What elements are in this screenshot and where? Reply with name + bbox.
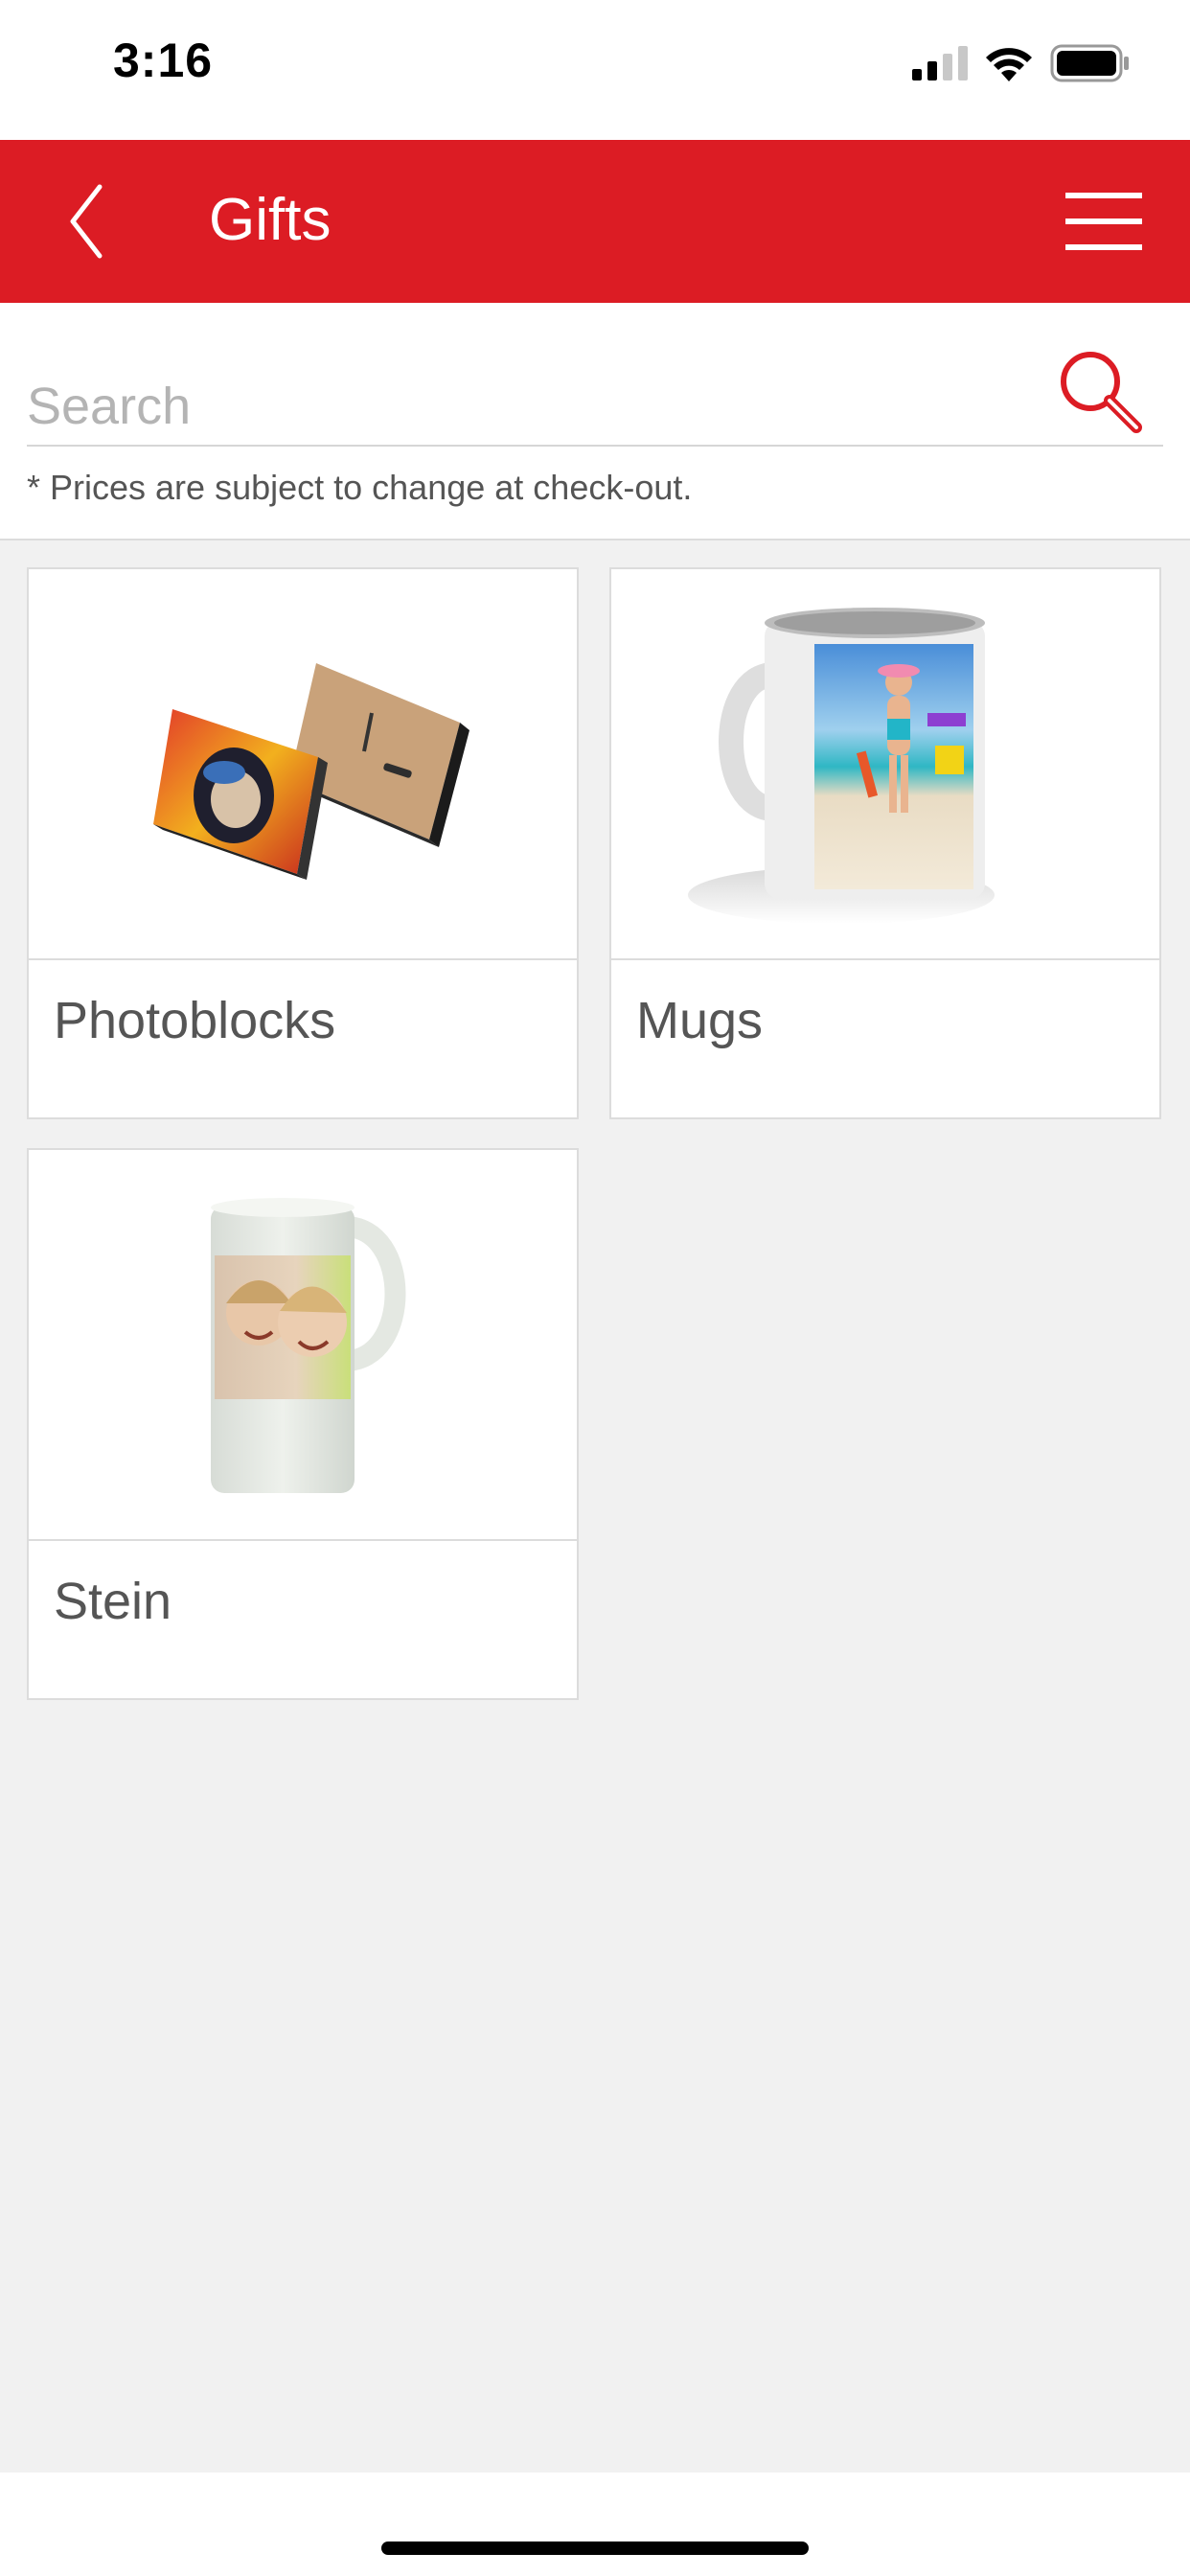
product-label: Photoblocks — [54, 992, 336, 1049]
product-image-photoblocks — [29, 569, 577, 960]
wifi-icon — [986, 48, 1032, 81]
home-indicator-area — [0, 2472, 1190, 2576]
search-underline — [27, 445, 1163, 447]
product-image-stein — [29, 1150, 577, 1541]
product-card-stein[interactable]: Stein — [27, 1148, 579, 1700]
status-time: 3:16 — [113, 34, 214, 87]
status-icons — [912, 42, 1131, 84]
battery-icon — [1050, 44, 1129, 82]
product-card-photoblocks[interactable]: Photoblocks — [27, 567, 579, 1119]
product-label: Stein — [54, 1573, 172, 1630]
home-indicator[interactable] — [381, 2542, 809, 2555]
menu-button[interactable] — [1056, 183, 1152, 260]
status-bar: 3:16 — [0, 0, 1190, 140]
search-icon[interactable] — [1052, 345, 1148, 441]
product-card-mugs[interactable]: Mugs — [609, 567, 1161, 1119]
page-title: Gifts — [209, 187, 332, 253]
price-disclaimer: * Prices are subject to change at check-… — [27, 468, 693, 507]
search-input[interactable] — [27, 368, 1033, 445]
back-button[interactable] — [48, 173, 125, 269]
app-header: Gifts — [0, 140, 1190, 303]
product-label: Mugs — [636, 992, 764, 1049]
product-image-mugs — [611, 569, 1159, 960]
hamburger-menu-icon — [1065, 193, 1142, 250]
cellular-signal-icon — [912, 46, 968, 80]
search-area: * Prices are subject to change at check-… — [0, 303, 1190, 540]
chevron-left-icon — [70, 184, 103, 259]
